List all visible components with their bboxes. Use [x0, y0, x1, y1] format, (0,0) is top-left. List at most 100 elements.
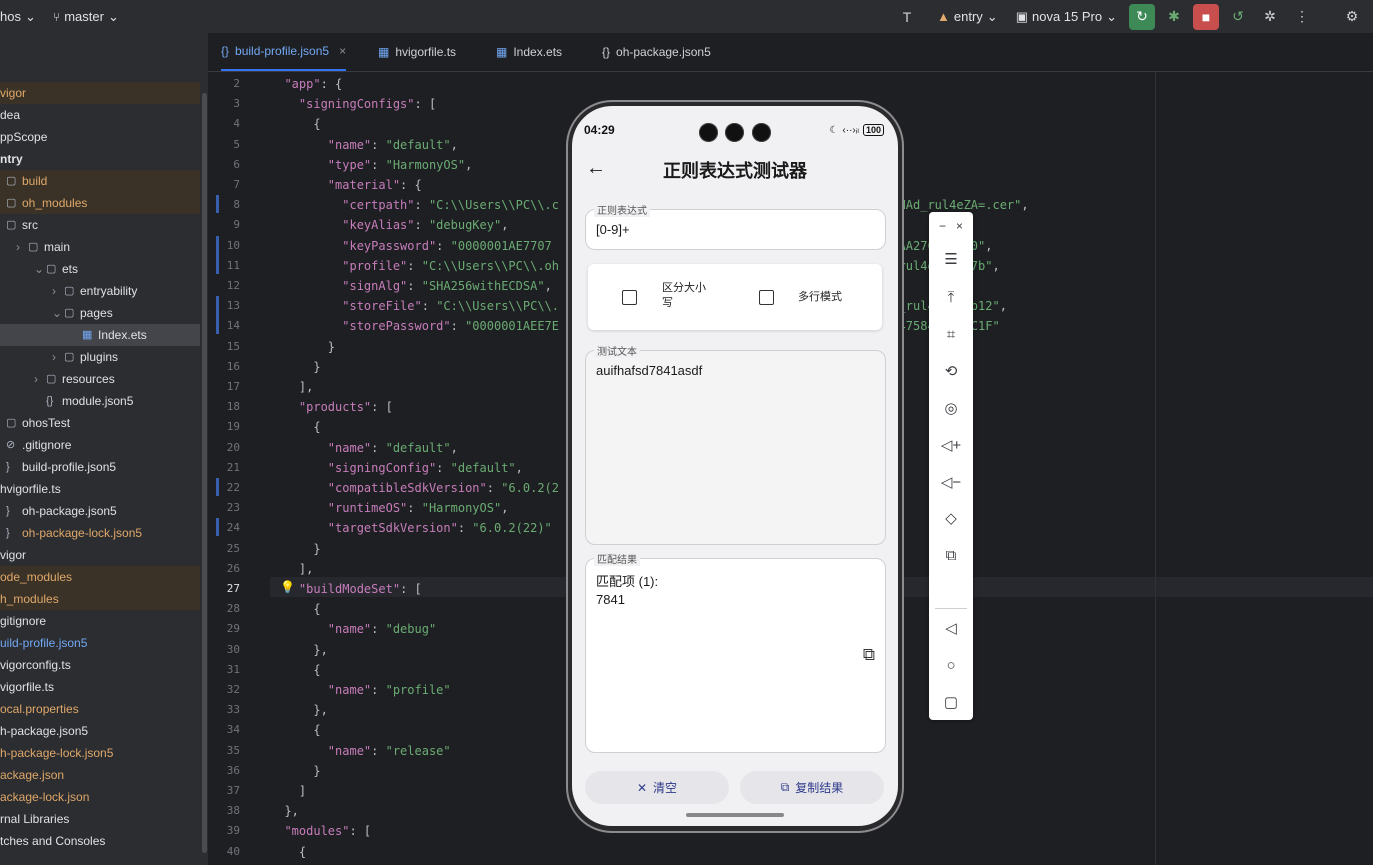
code-line[interactable]: "compatibleSdkVersion": "6.0.2(2 — [270, 478, 559, 498]
code-line[interactable]: ], — [270, 377, 313, 397]
tree-item[interactable]: dea — [0, 104, 200, 126]
close-icon[interactable]: × — [956, 219, 963, 233]
multiline-checkbox[interactable] — [759, 290, 774, 305]
module-selector[interactable]: ▲ entry ⌄ — [931, 9, 1004, 25]
volume-up-icon[interactable]: ◁+ — [929, 433, 973, 457]
code-line[interactable]: { — [270, 417, 320, 437]
code-line[interactable]: } — [270, 357, 320, 377]
chevron-right-icon[interactable]: › — [16, 236, 20, 258]
home-nav-icon[interactable]: ○ — [929, 653, 973, 677]
tree-item[interactable]: ⌄ ▢ pages — [0, 302, 200, 324]
tree-item[interactable]: ⌄ ▢ ets — [0, 258, 200, 280]
code-line[interactable]: } — [270, 337, 335, 357]
code-line[interactable]: "modules": [ — [270, 821, 371, 841]
volume-down-icon[interactable]: ◁− — [929, 470, 973, 494]
code-line[interactable]: "targetSdkVersion": "6.0.2(22)" — [270, 518, 552, 538]
location-icon[interactable]: ◎ — [929, 396, 973, 420]
code-line[interactable]: { — [270, 660, 320, 680]
copy-result-button[interactable]: ⧉ 复制结果 — [740, 771, 884, 804]
recents-nav-icon[interactable]: ▢ — [929, 690, 973, 714]
tree-item[interactable]: › ▢ plugins — [0, 346, 200, 368]
code-line[interactable]: "name": "default", — [270, 438, 458, 458]
rerun-icon[interactable]: ↺ — [1225, 4, 1251, 30]
clear-button[interactable]: ✕ 清空 — [585, 771, 729, 804]
fold-icon[interactable]: ⧉ — [929, 543, 973, 567]
home-indicator[interactable] — [686, 813, 784, 817]
tree-item[interactable]: uild-profile.json5 — [0, 632, 200, 654]
stop-button[interactable]: ■ — [1193, 3, 1219, 30]
code-line[interactable]: { — [270, 842, 306, 862]
code-line[interactable]: { — [270, 720, 320, 740]
code-line[interactable]: }, — [270, 640, 327, 660]
minimize-icon[interactable]: − — [939, 219, 946, 233]
settings-icon[interactable]: ⚙ — [1339, 4, 1365, 30]
run-button[interactable]: ↻ — [1129, 3, 1155, 30]
code-line[interactable]: }, — [270, 801, 298, 821]
test-text-input[interactable]: auifhafsd7841asdf — [596, 363, 702, 378]
tree-item[interactable]: vigor — [0, 544, 200, 566]
code-line[interactable]: "name": "debug" — [270, 619, 436, 639]
tree-item[interactable]: vigorfile.ts — [0, 676, 200, 698]
device-selector[interactable]: ▣ nova 15 Pro ⌄ — [1010, 9, 1123, 25]
code-line[interactable]: ] — [270, 781, 306, 801]
regex-field[interactable]: 正则表达式 [0-9]+ — [585, 202, 886, 250]
tree-item[interactable]: ocal.properties — [0, 698, 200, 720]
tree-item[interactable]: gitignore — [0, 610, 200, 632]
copy-icon[interactable]: ⧉ — [863, 645, 875, 665]
code-line[interactable]: "products": [ — [270, 397, 393, 417]
tree-item[interactable]: h-package-lock.json5 — [0, 742, 200, 764]
tree-item[interactable]: ackage.json — [0, 764, 200, 786]
tree-item[interactable]: h_modules — [0, 588, 200, 610]
code-line[interactable]: "app": { — [270, 74, 342, 94]
tree-item[interactable]: h-package.json5 — [0, 720, 200, 742]
tree-item[interactable]: vigor — [0, 82, 200, 104]
tree-item[interactable]: ntry — [0, 148, 200, 170]
tree-item[interactable]: ackage-lock.json — [0, 786, 200, 808]
tree-item[interactable]: vigorconfig.ts — [0, 654, 200, 676]
code-line[interactable]: "buildModeSet": [ — [270, 579, 422, 599]
tree-item[interactable]: } oh-package-lock.json5 — [0, 522, 200, 544]
code-line[interactable]: "signingConfigs": [ — [270, 94, 436, 114]
crop-icon[interactable]: ⌗ — [929, 322, 973, 346]
chevron-right-icon[interactable]: › — [52, 346, 56, 368]
tree-item[interactable]: › ▢ entryability — [0, 280, 200, 302]
branch-selector[interactable]: ⑂ master ⌄ — [53, 9, 119, 25]
text-tool-icon[interactable]: T — [889, 4, 925, 30]
code-line[interactable]: "signingConfig": "default", — [270, 458, 523, 478]
tree-item[interactable]: } build-profile.json5 — [0, 456, 200, 478]
code-line[interactable]: "name": "default", — [270, 135, 458, 155]
pin-top-icon[interactable]: ⤒ — [929, 285, 973, 309]
code-line[interactable]: ], — [270, 559, 313, 579]
shake-icon[interactable]: ◇ — [929, 506, 973, 530]
tab-oh-package[interactable]: {} oh-package.json5 — [602, 33, 711, 71]
tree-scrollbar-thumb[interactable] — [202, 93, 207, 853]
code-line[interactable]: "name": "profile" — [270, 680, 451, 700]
tree-item[interactable]: ▢ oh_modules — [0, 192, 200, 214]
tab-index-ets[interactable]: ▦ Index.ets — [496, 33, 562, 71]
more-icon[interactable]: ⋮ — [1289, 4, 1315, 30]
menu-icon[interactable]: ☰ — [929, 247, 973, 271]
tree-scrollbar[interactable] — [200, 33, 208, 865]
profiler-icon[interactable]: ✲ — [1257, 4, 1283, 30]
code-line[interactable]: "material": { — [270, 175, 422, 195]
tree-item[interactable]: {} module.json5 — [0, 390, 200, 412]
tree-item[interactable]: ode_modules — [0, 566, 200, 588]
tree-item[interactable]: rnal Libraries — [0, 808, 200, 830]
rotate-icon[interactable]: ⟲ — [929, 359, 973, 383]
tree-item[interactable]: ▢ build — [0, 170, 200, 192]
debug-icon[interactable]: ✱ — [1161, 4, 1187, 30]
back-nav-icon[interactable]: ◁ — [929, 616, 973, 640]
code-line[interactable]: "type": "HarmonyOS", — [270, 155, 473, 175]
tree-item[interactable]: hvigorfile.ts — [0, 478, 200, 500]
project-selector[interactable]: hos ⌄ — [0, 9, 36, 25]
chevron-right-icon[interactable]: › — [52, 280, 56, 302]
code-line[interactable]: "runtimeOS": "HarmonyOS", — [270, 498, 509, 518]
regex-input[interactable]: [0-9]+ — [596, 222, 630, 237]
tree-item[interactable]: ⊘ .gitignore — [0, 434, 200, 456]
tab-build-profile[interactable]: {} build-profile.json5 × — [221, 33, 347, 71]
tree-item[interactable]: ▢ src — [0, 214, 200, 236]
code-line[interactable]: }, — [270, 700, 327, 720]
code-line[interactable]: { — [270, 114, 320, 134]
code-line[interactable]: "name": "release" — [270, 741, 451, 761]
tree-item[interactable]: › ▢ resources — [0, 368, 200, 390]
